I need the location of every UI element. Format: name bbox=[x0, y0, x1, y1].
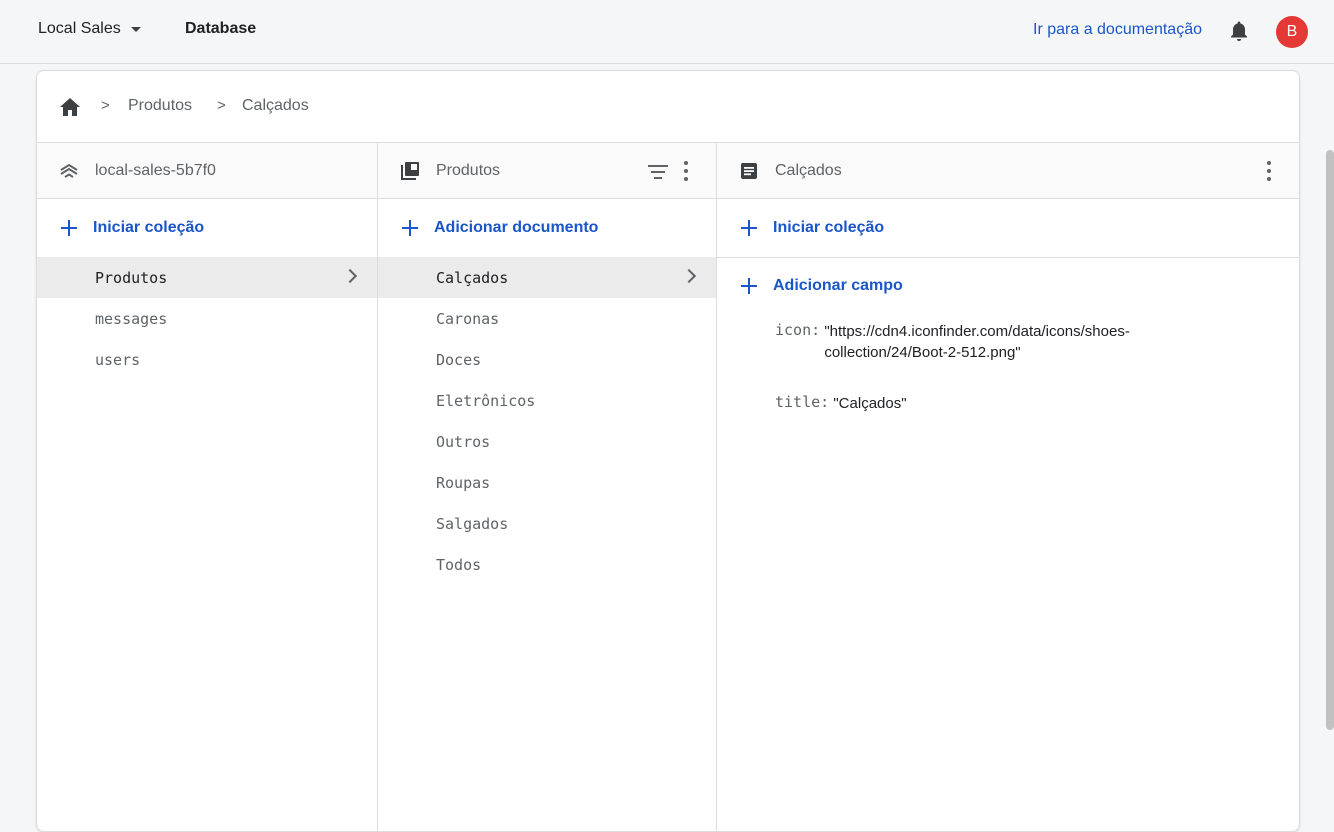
plus-icon bbox=[739, 276, 759, 296]
document-column-header: Calçados bbox=[717, 143, 1299, 199]
list-item-salgados[interactable]: Salgados bbox=[378, 503, 716, 544]
start-subcollection-button[interactable]: Iniciar coleção bbox=[717, 199, 1299, 257]
collection-icon bbox=[401, 162, 419, 180]
document-list: Calçados Caronas Doces Eletrônicos Outro… bbox=[378, 257, 716, 585]
root-column-header: local-sales-5b7f0 bbox=[37, 143, 377, 199]
collection-column-header: Produtos bbox=[378, 143, 716, 199]
list-item-todos[interactable]: Todos bbox=[378, 544, 716, 585]
start-collection-button[interactable]: Iniciar coleção bbox=[37, 199, 377, 257]
section-title: Database bbox=[185, 20, 257, 37]
field-key: title: bbox=[775, 393, 830, 411]
list-item-label: Salgados bbox=[436, 514, 509, 533]
project-name: Local Sales bbox=[38, 20, 121, 37]
field-row-title[interactable]: title: "Calçados" bbox=[775, 393, 1223, 414]
avatar[interactable]: B bbox=[1276, 16, 1308, 48]
document-icon bbox=[741, 163, 757, 179]
project-id: local-sales-5b7f0 bbox=[95, 162, 216, 179]
project-selector[interactable]: Local Sales bbox=[38, 20, 141, 38]
collection-list: Produtos messages users bbox=[37, 257, 377, 380]
list-item-label: Eletrônicos bbox=[436, 391, 536, 410]
more-vert-icon[interactable] bbox=[1267, 161, 1271, 181]
list-item-messages[interactable]: messages bbox=[37, 298, 377, 339]
chevron-right-icon: > bbox=[217, 97, 226, 114]
list-item-label: Produtos bbox=[95, 268, 168, 287]
add-field-button[interactable]: Adicionar campo bbox=[717, 257, 1299, 315]
add-field-label: Adicionar campo bbox=[773, 277, 903, 294]
list-item-doces[interactable]: Doces bbox=[378, 339, 716, 380]
database-panel: > Produtos > Calçados local-sales-5b7f0 … bbox=[36, 70, 1300, 832]
add-document-label: Adicionar documento bbox=[434, 219, 599, 236]
list-item-produtos[interactable]: Produtos bbox=[37, 257, 377, 298]
list-item-users[interactable]: users bbox=[37, 339, 377, 380]
plus-icon bbox=[400, 218, 420, 238]
field-key: icon: bbox=[775, 321, 821, 339]
breadcrumb-item-calcados[interactable]: Calçados bbox=[242, 97, 309, 115]
add-document-button[interactable]: Adicionar documento bbox=[378, 199, 716, 257]
plus-icon bbox=[59, 218, 79, 238]
bell-icon[interactable] bbox=[1229, 20, 1249, 42]
list-item-outros[interactable]: Outros bbox=[378, 421, 716, 462]
chevron-right-icon bbox=[681, 268, 697, 284]
docs-link[interactable]: Ir para a documentação bbox=[1033, 21, 1202, 39]
database-icon bbox=[60, 163, 78, 178]
list-item-label: Roupas bbox=[436, 473, 491, 492]
field-value: "Calçados" bbox=[833, 395, 907, 412]
start-collection-label: Iniciar coleção bbox=[93, 219, 205, 236]
document-column: Calçados Iniciar coleção Adicionar campo… bbox=[717, 143, 1299, 831]
list-item-label: Todos bbox=[436, 555, 482, 574]
root-column: local-sales-5b7f0 Iniciar coleção Produt… bbox=[37, 143, 378, 831]
breadcrumb-item-produtos[interactable]: Produtos bbox=[128, 97, 192, 115]
list-item-caronas[interactable]: Caronas bbox=[378, 298, 716, 339]
field-row-icon[interactable]: icon: "https://cdn4.iconfinder.com/data/… bbox=[775, 321, 1214, 363]
list-item-label: Outros bbox=[436, 432, 491, 451]
breadcrumb: > Produtos > Calçados bbox=[37, 71, 1299, 143]
caret-down-icon bbox=[130, 26, 141, 32]
start-subcollection-label: Iniciar coleção bbox=[773, 219, 885, 236]
plus-icon bbox=[739, 218, 759, 238]
more-vert-icon[interactable] bbox=[684, 161, 688, 181]
list-item-calcados[interactable]: Calçados bbox=[378, 257, 716, 298]
list-item-label: messages bbox=[95, 309, 168, 328]
collection-title: Produtos bbox=[436, 162, 501, 179]
list-item-label: users bbox=[95, 350, 141, 369]
list-item-label: Doces bbox=[436, 350, 482, 369]
list-item-label: Caronas bbox=[436, 309, 500, 328]
field-value: "https://cdn4.iconfinder.com/data/icons/… bbox=[824, 323, 1130, 361]
chevron-right-icon bbox=[342, 268, 358, 284]
chevron-right-icon: > bbox=[101, 97, 110, 114]
home-icon[interactable] bbox=[59, 97, 81, 117]
filter-icon[interactable] bbox=[648, 165, 668, 179]
collection-column: Produtos Adicionar documento Calçados Ca… bbox=[378, 143, 717, 831]
page-scrollbar[interactable] bbox=[1326, 150, 1334, 730]
list-item-eletronicos[interactable]: Eletrônicos bbox=[378, 380, 716, 421]
list-item-label: Calçados bbox=[436, 268, 509, 287]
document-title: Calçados bbox=[775, 162, 842, 179]
list-item-roupas[interactable]: Roupas bbox=[378, 462, 716, 503]
top-bar: Local Sales Database Ir para a documenta… bbox=[0, 0, 1334, 64]
